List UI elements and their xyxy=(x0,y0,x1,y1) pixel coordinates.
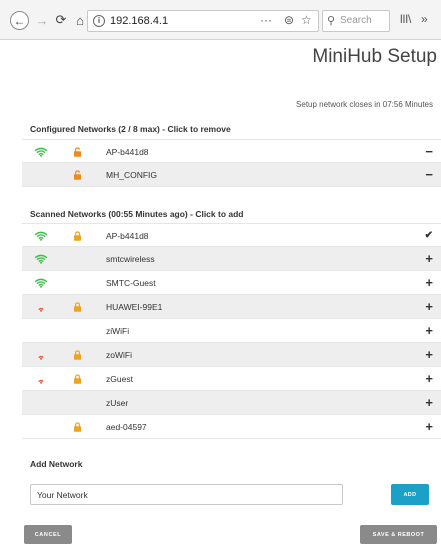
scanned-network-row[interactable]: SMTC-Guest + xyxy=(22,271,441,295)
wifi-signal-icon xyxy=(34,398,48,408)
bookmark-star-icon[interactable]: ☆ xyxy=(301,13,312,27)
search-placeholder: Search xyxy=(340,15,372,26)
network-ssid: aed-04597 xyxy=(106,422,147,432)
cancel-button[interactable]: CANCEL xyxy=(24,525,72,544)
network-ssid: zUser xyxy=(106,398,129,408)
wifi-signal-icon xyxy=(38,355,44,360)
network-ssid: ziWiFi xyxy=(106,326,130,336)
url-bar[interactable]: i 192.168.4.1 ··· ⊜ ☆ xyxy=(87,10,319,32)
scanned-network-row[interactable]: aed-04597 + xyxy=(22,415,441,439)
scanned-network-row[interactable]: zGuest + xyxy=(22,367,441,391)
search-bar[interactable]: ⚲ Search xyxy=(322,10,390,32)
network-ssid: zGuest xyxy=(106,374,133,384)
scanned-network-row[interactable]: AP-b441d8 ✔ xyxy=(22,223,441,247)
wifi-signal-icon xyxy=(34,422,48,432)
wifi-signal-icon xyxy=(34,170,48,180)
setup-countdown: Setup network closes in 07:56 Minutes xyxy=(296,100,433,109)
browser-toolbar: ← → ⟳ ⌂ i 192.168.4.1 ··· ⊜ ☆ ⚲ Search l… xyxy=(0,0,441,40)
wifi-signal-icon xyxy=(34,326,48,336)
back-button[interactable]: ← xyxy=(10,11,29,30)
lock-icon xyxy=(74,422,81,432)
scanned-networks-list: AP-b441d8 ✔ smtcwireless + SMTC-Guest + HUAWEI… xyxy=(22,223,441,439)
wifi-signal-icon xyxy=(34,254,48,264)
add-icon[interactable]: + xyxy=(425,251,433,266)
checkmark-icon[interactable]: ✔ xyxy=(425,230,433,241)
wifi-signal-icon xyxy=(34,231,48,241)
network-ssid: smtcwireless xyxy=(106,254,155,264)
remove-icon[interactable]: − xyxy=(425,167,433,182)
reload-button[interactable]: ⟳ xyxy=(54,12,68,28)
config-lock-icon xyxy=(74,170,81,180)
network-name-input[interactable] xyxy=(30,484,343,505)
save-reboot-button[interactable]: SAVE & REBOOT xyxy=(360,525,437,544)
config-lock-icon xyxy=(74,147,81,157)
scanned-network-row[interactable]: ziWiFi + xyxy=(22,319,441,343)
configured-network-row[interactable]: MH_CONFIG − xyxy=(22,163,441,187)
add-icon[interactable]: + xyxy=(425,275,433,290)
lock-icon xyxy=(74,231,81,241)
add-icon[interactable]: + xyxy=(425,347,433,362)
forward-button[interactable]: → xyxy=(35,12,49,28)
wifi-signal-icon xyxy=(34,147,48,157)
add-network-title: Add Network xyxy=(30,459,83,469)
add-icon[interactable]: + xyxy=(425,419,433,434)
configured-network-row[interactable]: AP-b441d8 − xyxy=(22,139,441,163)
add-button[interactable]: ADD xyxy=(391,484,429,505)
url-text[interactable]: 192.168.4.1 xyxy=(110,15,168,27)
scanned-network-row[interactable]: zoWiFi + xyxy=(22,343,441,367)
add-icon[interactable]: + xyxy=(425,371,433,386)
scanned-network-row[interactable]: zUser + xyxy=(22,391,441,415)
network-ssid: SMTC-Guest xyxy=(106,278,156,288)
search-icon: ⚲ xyxy=(327,15,336,27)
page-actions-icon[interactable]: ··· xyxy=(260,13,272,27)
pocket-icon[interactable]: ⊜ xyxy=(284,13,294,27)
network-ssid: MH_CONFIG xyxy=(106,170,157,180)
network-ssid: AP-b441d8 xyxy=(106,231,149,241)
home-button[interactable]: ⌂ xyxy=(73,12,87,28)
remove-icon[interactable]: − xyxy=(425,144,433,159)
info-icon[interactable]: i xyxy=(93,15,105,27)
network-ssid: HUAWEI-99E1 xyxy=(106,302,163,312)
network-ssid: zoWiFi xyxy=(106,350,132,360)
scanned-networks-title: Scanned Networks (00:55 Minutes ago) - C… xyxy=(30,209,244,219)
wifi-signal-icon xyxy=(38,379,44,384)
scanned-network-row[interactable]: smtcwireless + xyxy=(22,247,441,271)
configured-networks-title: Configured Networks (2 / 8 max) - Click … xyxy=(30,124,231,134)
add-icon[interactable]: + xyxy=(425,299,433,314)
lock-icon xyxy=(74,350,81,360)
wifi-signal-icon xyxy=(34,278,48,288)
lock-icon xyxy=(74,374,81,384)
network-ssid: AP-b441d8 xyxy=(106,147,149,157)
page-title: MiniHub Setup xyxy=(312,46,437,67)
overflow-menu-icon[interactable]: » xyxy=(421,12,428,26)
scanned-network-row[interactable]: HUAWEI-99E1 + xyxy=(22,295,441,319)
lock-icon xyxy=(74,302,81,312)
wifi-signal-icon xyxy=(38,307,44,312)
configured-networks-list: AP-b441d8 − MH_CONFIG − xyxy=(22,139,441,187)
library-icon[interactable]: lll\ xyxy=(400,12,411,26)
add-icon[interactable]: + xyxy=(425,323,433,338)
add-icon[interactable]: + xyxy=(425,395,433,410)
